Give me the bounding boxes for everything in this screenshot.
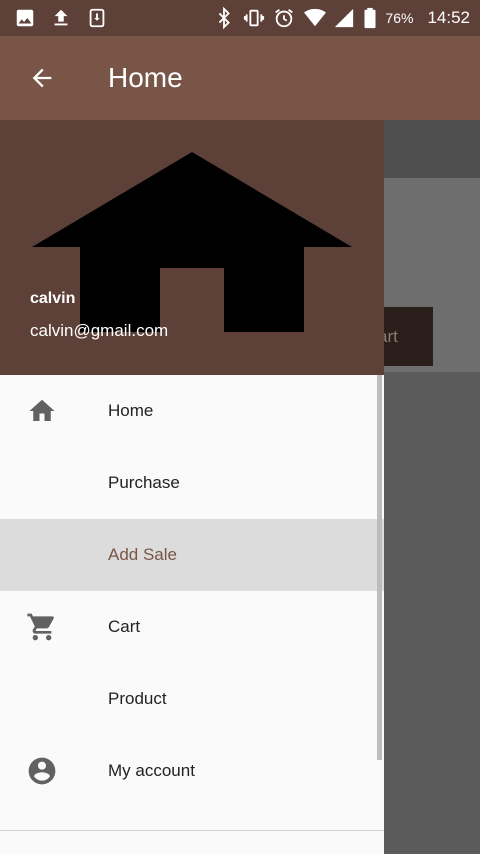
home-logo-icon (32, 152, 352, 332)
arrow-back-icon (32, 68, 52, 88)
alarm-icon (273, 7, 295, 29)
drawer-header: calvin calvin@gmail.com (0, 120, 384, 375)
menu-item-add-sale[interactable]: Add Sale (0, 519, 384, 591)
battery-percent: 76% (385, 10, 414, 26)
image-notification-icon (14, 7, 36, 29)
menu-item-my-account[interactable]: My account (0, 735, 384, 807)
background-button-label: art (384, 326, 398, 346)
battery-icon (363, 7, 377, 29)
bluetooth-icon (213, 6, 235, 30)
menu-item-label: Add Sale (108, 545, 177, 564)
user-name: calvin (30, 290, 76, 307)
background-tab-strip (384, 120, 480, 178)
menu-item-label: Purchase (108, 473, 180, 492)
drawer-menu: Home Purchase Add Sale Cart Product My a… (0, 375, 384, 831)
menu-item-cart[interactable]: Cart (0, 591, 384, 663)
background-cart-button: art (384, 307, 433, 366)
app-bar: Home (0, 36, 480, 120)
download-icon (86, 7, 108, 29)
menu-item-product[interactable]: Product (0, 663, 384, 735)
upload-icon (50, 7, 72, 29)
menu-item-label: Home (108, 401, 154, 420)
status-bar: 76% 14:52 (0, 0, 480, 36)
menu-item-label: Product (108, 689, 167, 708)
user-email: calvin@gmail.com (30, 321, 169, 340)
vibrate-icon (243, 7, 265, 29)
menu-item-label: Cart (108, 617, 141, 636)
drawer-scrollbar[interactable] (377, 375, 382, 760)
signal-icon (333, 7, 355, 29)
cart-icon (26, 611, 58, 643)
clock: 14:52 (427, 8, 470, 27)
home-icon (26, 395, 58, 427)
menu-item-label: My account (108, 761, 195, 780)
back-button[interactable] (22, 58, 62, 98)
page-title: Home (108, 62, 183, 93)
menu-item-home[interactable]: Home (0, 375, 384, 447)
account-circle-icon (26, 755, 58, 787)
navigation-drawer: calvin calvin@gmail.com Home Purchase Ad… (0, 120, 384, 854)
menu-divider (0, 830, 384, 831)
menu-item-purchase[interactable]: Purchase (0, 447, 384, 519)
wifi-icon (303, 7, 327, 29)
